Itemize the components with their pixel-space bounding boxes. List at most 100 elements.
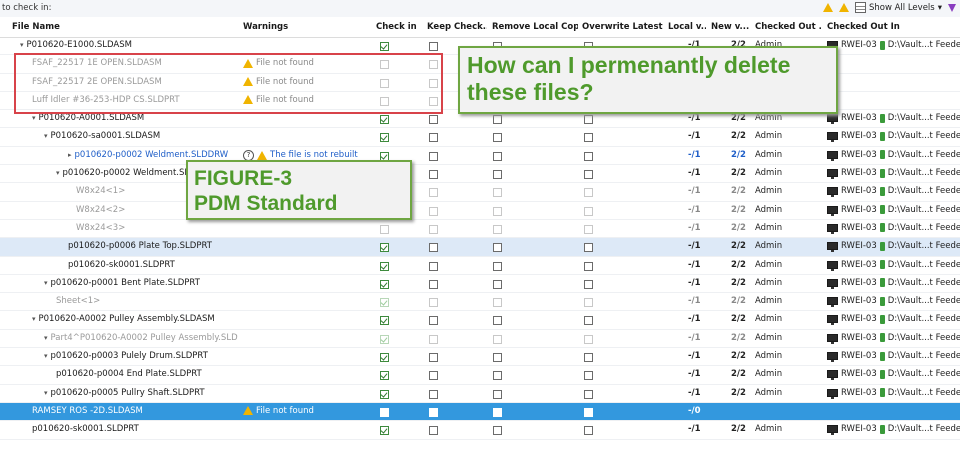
overwrite-checkbox[interactable] (584, 407, 593, 417)
overwrite-checkbox[interactable] (584, 133, 593, 143)
checkin-checkbox[interactable] (380, 371, 389, 381)
remove-checkbox[interactable] (493, 261, 502, 271)
table-row[interactable]: p010620-p0004 End Plate.SLDPRT -/1 2/2 Admi… (0, 366, 960, 385)
table-row[interactable]: RAMSEY ROS -2D.SLDASM File not found -/0 (0, 402, 960, 422)
remove-checkbox[interactable] (493, 243, 502, 253)
remove-checkbox[interactable] (493, 188, 502, 198)
checkin-checkbox[interactable] (380, 133, 389, 143)
keep-checkbox[interactable] (429, 261, 438, 271)
table-row[interactable]: ▾ Part4^P010620-A0002 Pulley Assembly.SLD… (0, 330, 960, 349)
keep-checkbox[interactable] (429, 353, 438, 363)
keep-checkbox[interactable] (429, 426, 438, 436)
keep-checkbox[interactable] (429, 371, 438, 381)
table-row[interactable]: ▾ p010620-p0003 Pulely Drum.SLDPRT -/1 2/2 A… (0, 348, 960, 367)
checkin-checkbox[interactable] (380, 407, 389, 417)
expand-arrow-icon[interactable]: ▾ (32, 315, 36, 323)
keep-checkbox[interactable] (429, 316, 438, 326)
col-remove-local-copy[interactable]: Remove Local Copy (492, 22, 578, 32)
col-checked-out-in[interactable]: Checked Out In (827, 22, 957, 32)
remove-checkbox[interactable] (493, 353, 502, 363)
filter-icon[interactable] (948, 3, 956, 12)
overwrite-checkbox[interactable] (584, 298, 593, 308)
overwrite-checkbox[interactable] (584, 334, 593, 344)
remove-checkbox[interactable] (493, 151, 502, 161)
overwrite-checkbox[interactable] (584, 115, 593, 125)
keep-checkbox[interactable] (429, 42, 438, 51)
keep-checkbox[interactable] (429, 151, 438, 161)
expand-arrow-icon[interactable]: ▾ (44, 352, 48, 360)
col-local-version[interactable]: Local v... (668, 22, 706, 32)
table-row[interactable]: p010620-sk0001.SLDPRT -/1 2/2 Admin RWEI-03 D… (0, 421, 960, 440)
keep-checkbox[interactable] (429, 243, 438, 253)
keep-checkbox[interactable] (429, 334, 438, 344)
overwrite-checkbox[interactable] (584, 261, 593, 271)
remove-checkbox[interactable] (493, 389, 502, 399)
table-row[interactable]: p010620-sk0001.SLDPRT -/1 2/2 Admin RWEI-03 D… (0, 257, 960, 275)
warning-error-filter-icon[interactable] (838, 3, 849, 12)
col-file-name[interactable]: File Name (12, 22, 237, 32)
col-new-version[interactable]: New v... (711, 22, 751, 32)
expand-arrow-icon[interactable]: ▾ (44, 389, 48, 397)
expand-arrow-icon[interactable]: ▾ (32, 114, 36, 122)
checkin-checkbox[interactable] (380, 243, 389, 253)
overwrite-checkbox[interactable] (584, 279, 593, 289)
overwrite-checkbox[interactable] (584, 316, 593, 326)
col-checked-out-by[interactable]: Checked Out ... (755, 22, 821, 32)
table-row[interactable]: W8x24<1> -/1 2/2 Admin RWEI-03 D:\Vault...t F… (0, 183, 960, 202)
expand-arrow-icon[interactable]: ▾ (20, 41, 24, 49)
overwrite-checkbox[interactable] (584, 243, 593, 253)
checkin-checkbox[interactable] (380, 353, 389, 363)
checkin-checkbox[interactable] (380, 261, 389, 271)
overwrite-checkbox[interactable] (584, 426, 593, 436)
keep-checkbox[interactable] (429, 206, 438, 216)
remove-checkbox[interactable] (493, 279, 502, 289)
col-keep-checked-out[interactable]: Keep Check... (427, 22, 487, 32)
col-check-in[interactable]: Check in (376, 22, 422, 32)
overwrite-checkbox[interactable] (584, 371, 593, 381)
table-row[interactable]: ▾ p010620-p0001 Bent Plate.SLDPRT -/1 2/2 Ad… (0, 275, 960, 294)
expand-arrow-icon[interactable]: ▾ (44, 132, 48, 140)
remove-checkbox[interactable] (493, 371, 502, 381)
col-warnings[interactable]: Warnings (243, 22, 368, 32)
table-row[interactable]: ▾ p010620-p0005 Pullry Shaft.SLDPRT -/1 2/2… (0, 385, 960, 403)
overwrite-checkbox[interactable] (584, 389, 593, 399)
remove-checkbox[interactable] (493, 407, 502, 417)
remove-checkbox[interactable] (493, 316, 502, 326)
remove-checkbox[interactable] (493, 426, 502, 436)
remove-checkbox[interactable] (493, 334, 502, 344)
checkin-checkbox[interactable] (380, 224, 389, 234)
table-row[interactable]: Sheet<1> -/1 2/2 Admin RWEI-03 D:\Vault...t F… (0, 293, 960, 312)
remove-checkbox[interactable] (493, 115, 502, 125)
col-overwrite-latest[interactable]: Overwrite Latest ... (582, 22, 664, 32)
keep-checkbox[interactable] (429, 133, 438, 143)
overwrite-checkbox[interactable] (584, 188, 593, 198)
keep-checkbox[interactable] (429, 407, 438, 417)
warning-filter-icon[interactable] (822, 3, 833, 12)
table-row[interactable]: ▾ P010620-sa0001.SLDASM -/1 2/2 Admin RWEI-03… (0, 128, 960, 147)
checkin-checkbox[interactable] (380, 298, 389, 308)
overwrite-checkbox[interactable] (584, 224, 593, 234)
checkin-checkbox[interactable] (380, 279, 389, 289)
overwrite-checkbox[interactable] (584, 170, 593, 180)
checkin-checkbox[interactable] (380, 426, 389, 436)
overwrite-checkbox[interactable] (584, 151, 593, 161)
keep-checkbox[interactable] (429, 389, 438, 399)
table-row[interactable]: ▾ p010620-p0002 Weldment.SLDPRT -/1 2/2 Admi… (0, 165, 960, 184)
remove-checkbox[interactable] (493, 224, 502, 234)
keep-checkbox[interactable] (429, 279, 438, 289)
remove-checkbox[interactable] (493, 133, 502, 143)
checkin-checkbox[interactable] (380, 389, 389, 399)
table-row[interactable]: p010620-p0006 Plate Top.SLDPRT -/1 2/2 Admi… (0, 238, 960, 257)
keep-checkbox[interactable] (429, 170, 438, 180)
expand-arrow-icon[interactable]: ▾ (44, 279, 48, 287)
checkin-checkbox[interactable] (380, 334, 389, 344)
show-levels-button[interactable]: Show All Levels ▾ (854, 2, 942, 13)
checkin-checkbox[interactable] (380, 115, 389, 125)
remove-checkbox[interactable] (493, 170, 502, 180)
keep-checkbox[interactable] (429, 298, 438, 308)
table-row[interactable]: W8x24<3> -/1 2/2 Admin RWEI-03 D:\Vault...t F… (0, 220, 960, 239)
keep-checkbox[interactable] (429, 224, 438, 234)
overwrite-checkbox[interactable] (584, 206, 593, 216)
remove-checkbox[interactable] (493, 206, 502, 216)
remove-checkbox[interactable] (493, 298, 502, 308)
